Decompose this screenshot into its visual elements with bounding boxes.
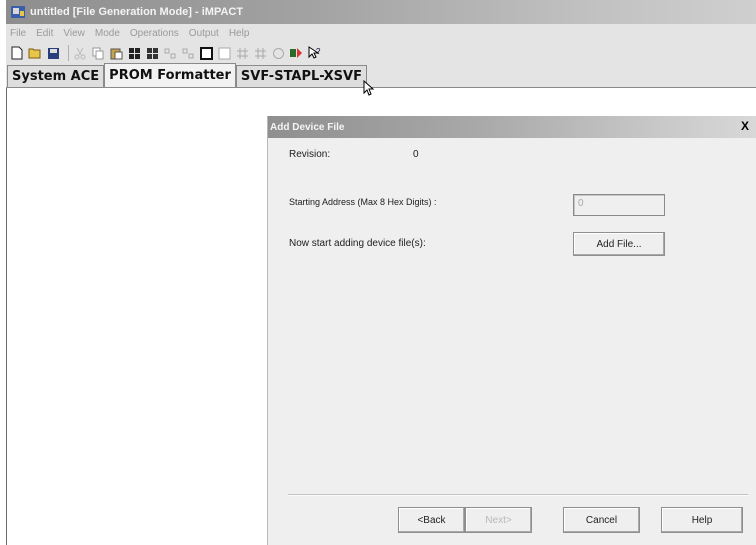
open-icon[interactable] [28,46,42,60]
menu-help[interactable]: Help [229,28,250,39]
grid-icon-4[interactable] [253,46,267,60]
toolbar: ? [6,42,756,64]
cancel-button[interactable]: Cancel [563,507,640,533]
revision-value: 0 [413,149,419,160]
mode-tabbar: System ACE PROM Formatter SVF-STAPL-XSVF [6,63,756,88]
mouse-cursor-icon [363,80,375,96]
window-title: untitled [File Generation Mode] - iMPACT [30,6,244,18]
menu-file[interactable]: File [10,28,26,39]
window-titlebar: untitled [File Generation Mode] - iMPACT [6,0,756,24]
menu-output[interactable]: Output [189,28,219,39]
back-button[interactable]: <Back [398,507,465,533]
add-device-file-dialog: Add Device File X Revision: 0 Starting A… [267,116,756,545]
circle-icon[interactable] [271,46,285,60]
new-icon[interactable] [10,46,24,60]
program-icon[interactable] [289,46,303,60]
chain-icon[interactable] [163,46,177,60]
menubar: File Edit View Mode Operations Output He… [6,24,756,42]
menu-edit[interactable]: Edit [36,28,53,39]
menu-operations[interactable]: Operations [130,28,179,39]
revision-label: Revision: [289,149,331,160]
box-icon-2[interactable] [217,46,231,60]
toolbar-separator [68,45,69,61]
tab-prom-formatter[interactable]: PROM Formatter [104,63,236,87]
paste-icon[interactable] [109,46,123,60]
help-button[interactable]: Help [661,507,743,533]
tab-system-ace[interactable]: System ACE [7,65,105,87]
grid-icon-2[interactable] [145,46,159,60]
menu-view[interactable]: View [63,28,85,39]
tab-svf-stapl-xsvf[interactable]: SVF-STAPL-XSVF [235,65,367,87]
dialog-title: Add Device File [270,121,345,133]
chain-icon-2[interactable] [181,46,195,60]
tab-system-ace-label: System ACE [12,69,100,84]
box-icon[interactable] [199,46,213,60]
copy-icon[interactable] [91,46,105,60]
help-pointer-icon[interactable]: ? [307,46,321,60]
close-icon[interactable]: X [738,119,752,133]
starting-address-label: Starting Address (Max 8 Hex Digits) : [289,197,437,207]
cut-icon[interactable] [73,46,87,60]
adding-device-files-label: Now start adding device file(s): [289,238,426,249]
app-icon [10,4,26,20]
starting-address-input[interactable]: 0 [573,194,665,216]
tab-svf-stapl-xsvf-label: SVF-STAPL-XSVF [240,69,362,84]
next-button[interactable]: Next> [465,507,532,533]
add-file-button[interactable]: Add File... [573,232,665,256]
dialog-separator [288,494,748,496]
tab-prom-formatter-label: PROM Formatter [109,68,231,83]
svg-text:?: ? [316,47,321,56]
save-icon[interactable] [46,46,60,60]
menu-mode[interactable]: Mode [95,28,120,39]
grid-icon-3[interactable] [235,46,249,60]
grid-icon[interactable] [127,46,141,60]
dialog-titlebar: Add Device File [268,116,756,138]
